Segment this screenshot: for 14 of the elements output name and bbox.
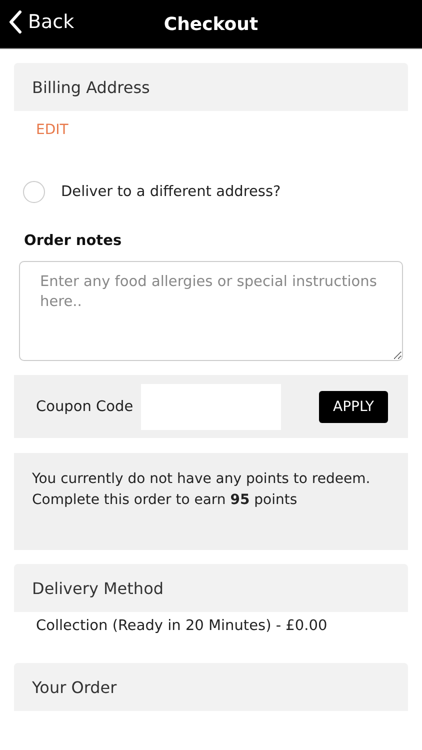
field-label: Order notes xyxy=(24,233,123,249)
apply-button[interactable]: APPLY xyxy=(319,390,388,422)
radio-button[interactable] xyxy=(23,181,45,203)
order-notes-field[interactable]: Enter any food allergies or special instructions here.. xyxy=(19,261,403,361)
back-button[interactable]: Back xyxy=(8,10,74,34)
points-message: You currently do not have any points to redeem. Complete this order to earn 95 points xyxy=(32,470,372,510)
coupon-label: Coupon Code xyxy=(36,398,134,414)
section-title: Delivery Method xyxy=(32,578,164,598)
section-title: Billing Address xyxy=(32,78,150,96)
screen-title: Checkout xyxy=(164,14,258,34)
chevron-left-icon xyxy=(8,10,22,34)
section-title: Your Order xyxy=(32,678,117,696)
radio-label: Deliver to a different address? xyxy=(61,184,281,200)
delivery-method-text: Collection (Ready in 20 Minutes) - £0.00 xyxy=(36,617,328,636)
